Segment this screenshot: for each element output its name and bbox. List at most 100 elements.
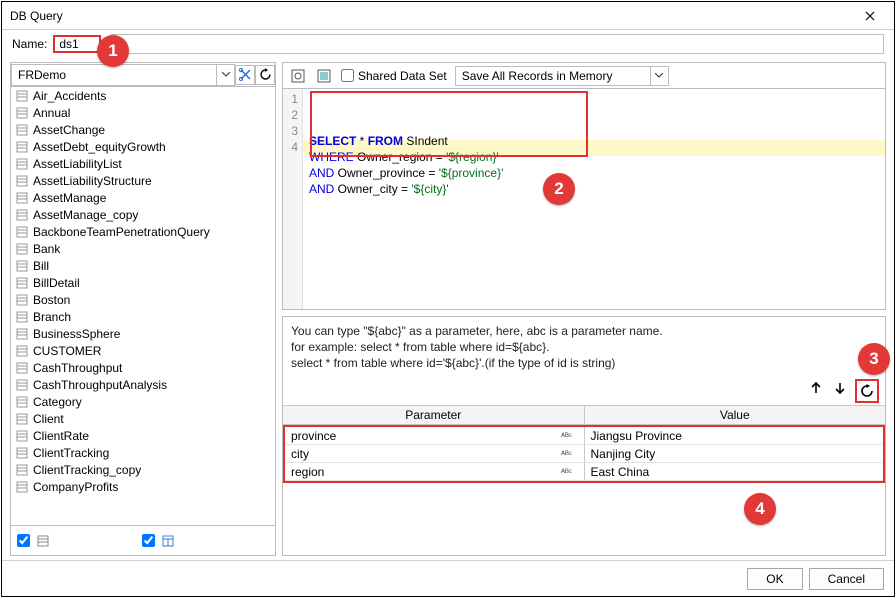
name-input[interactable]	[59, 37, 95, 51]
table-item[interactable]: ClientTracking	[11, 444, 275, 461]
table-item-label: Bill	[33, 259, 49, 273]
table-item[interactable]: CompanyProfits	[11, 478, 275, 495]
table-item-label: BusinessSphere	[33, 327, 120, 341]
table-item-label: Branch	[33, 310, 71, 324]
param-value-cell[interactable]: East China	[585, 463, 884, 481]
hint-text: You can type "${abc}" as a parameter, he…	[283, 317, 885, 377]
table-icon	[15, 446, 29, 460]
table-item[interactable]: Bank	[11, 240, 275, 257]
param-header-value: Value	[585, 406, 886, 424]
arrow-down-icon	[834, 381, 846, 395]
param-value-cell[interactable]: Nanjing City	[585, 445, 884, 463]
table-item[interactable]: Boston	[11, 291, 275, 308]
table-item-label: BillDetail	[33, 276, 80, 290]
table-item[interactable]: BusinessSphere	[11, 325, 275, 342]
preview-button[interactable]	[289, 67, 307, 85]
table-item[interactable]: AssetLiabilityList	[11, 155, 275, 172]
table-icon	[15, 157, 29, 171]
footer-buttons: OK Cancel	[2, 560, 894, 596]
table-item[interactable]: AssetChange	[11, 121, 275, 138]
left-footer	[11, 525, 275, 555]
table-item-label: AssetChange	[33, 123, 105, 137]
expand-button[interactable]	[315, 67, 333, 85]
sql-panel: Shared Data Set Save All Records in Memo…	[282, 62, 886, 310]
param-row[interactable]: cityᴬᴮᶜNanjing City	[285, 445, 883, 463]
filter-check-2[interactable]	[142, 534, 155, 547]
table-icon	[15, 242, 29, 256]
close-button[interactable]	[852, 4, 888, 28]
table-item-label: ClientRate	[33, 429, 89, 443]
abc-icon: ᴬᴮᶜ	[556, 431, 578, 441]
db-query-window: DB Query Name: FRDemo	[1, 1, 895, 597]
abc-icon: ᴬᴮᶜ	[556, 449, 578, 459]
table-item-label: CUSTOMER	[33, 344, 101, 358]
param-row[interactable]: regionᴬᴮᶜEast China	[285, 463, 883, 481]
table-item[interactable]: AssetManage_copy	[11, 206, 275, 223]
table-item[interactable]: Air_Accidents	[11, 87, 275, 104]
table-item[interactable]: Client	[11, 410, 275, 427]
refresh-db-button[interactable]	[235, 65, 255, 85]
table-item-label: Boston	[33, 293, 70, 307]
table-item[interactable]: BillDetail	[11, 274, 275, 291]
table-item-label: CashThroughputAnalysis	[33, 378, 167, 392]
name-filler[interactable]	[111, 34, 884, 54]
param-value-cell[interactable]: Jiangsu Province	[585, 427, 884, 445]
table-item-label: CompanyProfits	[33, 480, 118, 494]
move-down-button[interactable]	[831, 379, 849, 397]
window-title: DB Query	[10, 9, 852, 23]
cancel-button[interactable]: Cancel	[809, 568, 884, 590]
chevron-down-icon	[216, 65, 234, 85]
shared-data-set-checkbox[interactable]: Shared Data Set	[341, 69, 447, 83]
titlebar: DB Query	[2, 2, 894, 30]
table-icon	[15, 276, 29, 290]
left-panel: FRDemo Air_AccidentsAnnualAssetChangeAss…	[10, 62, 276, 556]
table-icon	[15, 259, 29, 273]
expand-icon	[317, 69, 331, 83]
table-item[interactable]: BackboneTeamPenetrationQuery	[11, 223, 275, 240]
table-item[interactable]: CUSTOMER	[11, 342, 275, 359]
param-name-cell[interactable]: provinceᴬᴮᶜ	[285, 427, 585, 445]
save-mode-dropdown[interactable]: Save All Records in Memory	[455, 66, 669, 86]
param-name-cell[interactable]: regionᴬᴮᶜ	[285, 463, 585, 481]
table-item[interactable]: AssetManage	[11, 189, 275, 206]
table-item-label: ClientTracking_copy	[33, 463, 141, 477]
sql-editor[interactable]: 1234 SELECT * FROM SIndentWHERE Owner_re…	[283, 89, 885, 309]
table-icon	[15, 225, 29, 239]
table-item[interactable]: AssetDebt_equityGrowth	[11, 138, 275, 155]
scissors-icon	[239, 68, 252, 81]
table-item-label: Client	[33, 412, 64, 426]
reload-button[interactable]	[255, 65, 275, 85]
table-item[interactable]: CashThroughput	[11, 359, 275, 376]
table-item[interactable]: AssetLiabilityStructure	[11, 172, 275, 189]
table-item-label: AssetManage	[33, 191, 106, 205]
table-item[interactable]: Bill	[11, 257, 275, 274]
refresh-params-button[interactable]	[858, 382, 876, 400]
filter-check-1[interactable]	[17, 534, 30, 547]
abc-icon: ᴬᴮᶜ	[556, 467, 578, 477]
table-icon	[15, 378, 29, 392]
table-item[interactable]: CashThroughputAnalysis	[11, 376, 275, 393]
table-icon	[15, 327, 29, 341]
table-icon	[15, 123, 29, 137]
db-dropdown[interactable]: FRDemo	[11, 64, 235, 86]
preview-icon	[291, 69, 305, 83]
table-item[interactable]: ClientRate	[11, 427, 275, 444]
param-header-name: Parameter	[283, 406, 585, 424]
table-item[interactable]: Annual	[11, 104, 275, 121]
table-list[interactable]: Air_Accidents Annual AssetChangeAssetDebt_…	[11, 87, 275, 525]
move-up-button[interactable]	[807, 379, 825, 397]
view-icon	[161, 534, 175, 548]
param-row[interactable]: provinceᴬᴮᶜJiangsu Province	[285, 427, 883, 445]
table-item-label: Air_Accidents	[33, 89, 106, 103]
reload-icon	[860, 384, 874, 398]
table-item-label: Category	[33, 395, 82, 409]
table-item[interactable]: Category	[11, 393, 275, 410]
ok-button[interactable]: OK	[747, 568, 802, 590]
table-item[interactable]: ClientTracking_copy	[11, 461, 275, 478]
param-name-cell[interactable]: cityᴬᴮᶜ	[285, 445, 585, 463]
table-item[interactable]: Branch	[11, 308, 275, 325]
table-item-label: ClientTracking	[33, 446, 109, 460]
name-row: Name:	[2, 30, 894, 58]
table-item-label: BackboneTeamPenetrationQuery	[33, 225, 210, 239]
table-item-label: Annual	[33, 106, 70, 120]
